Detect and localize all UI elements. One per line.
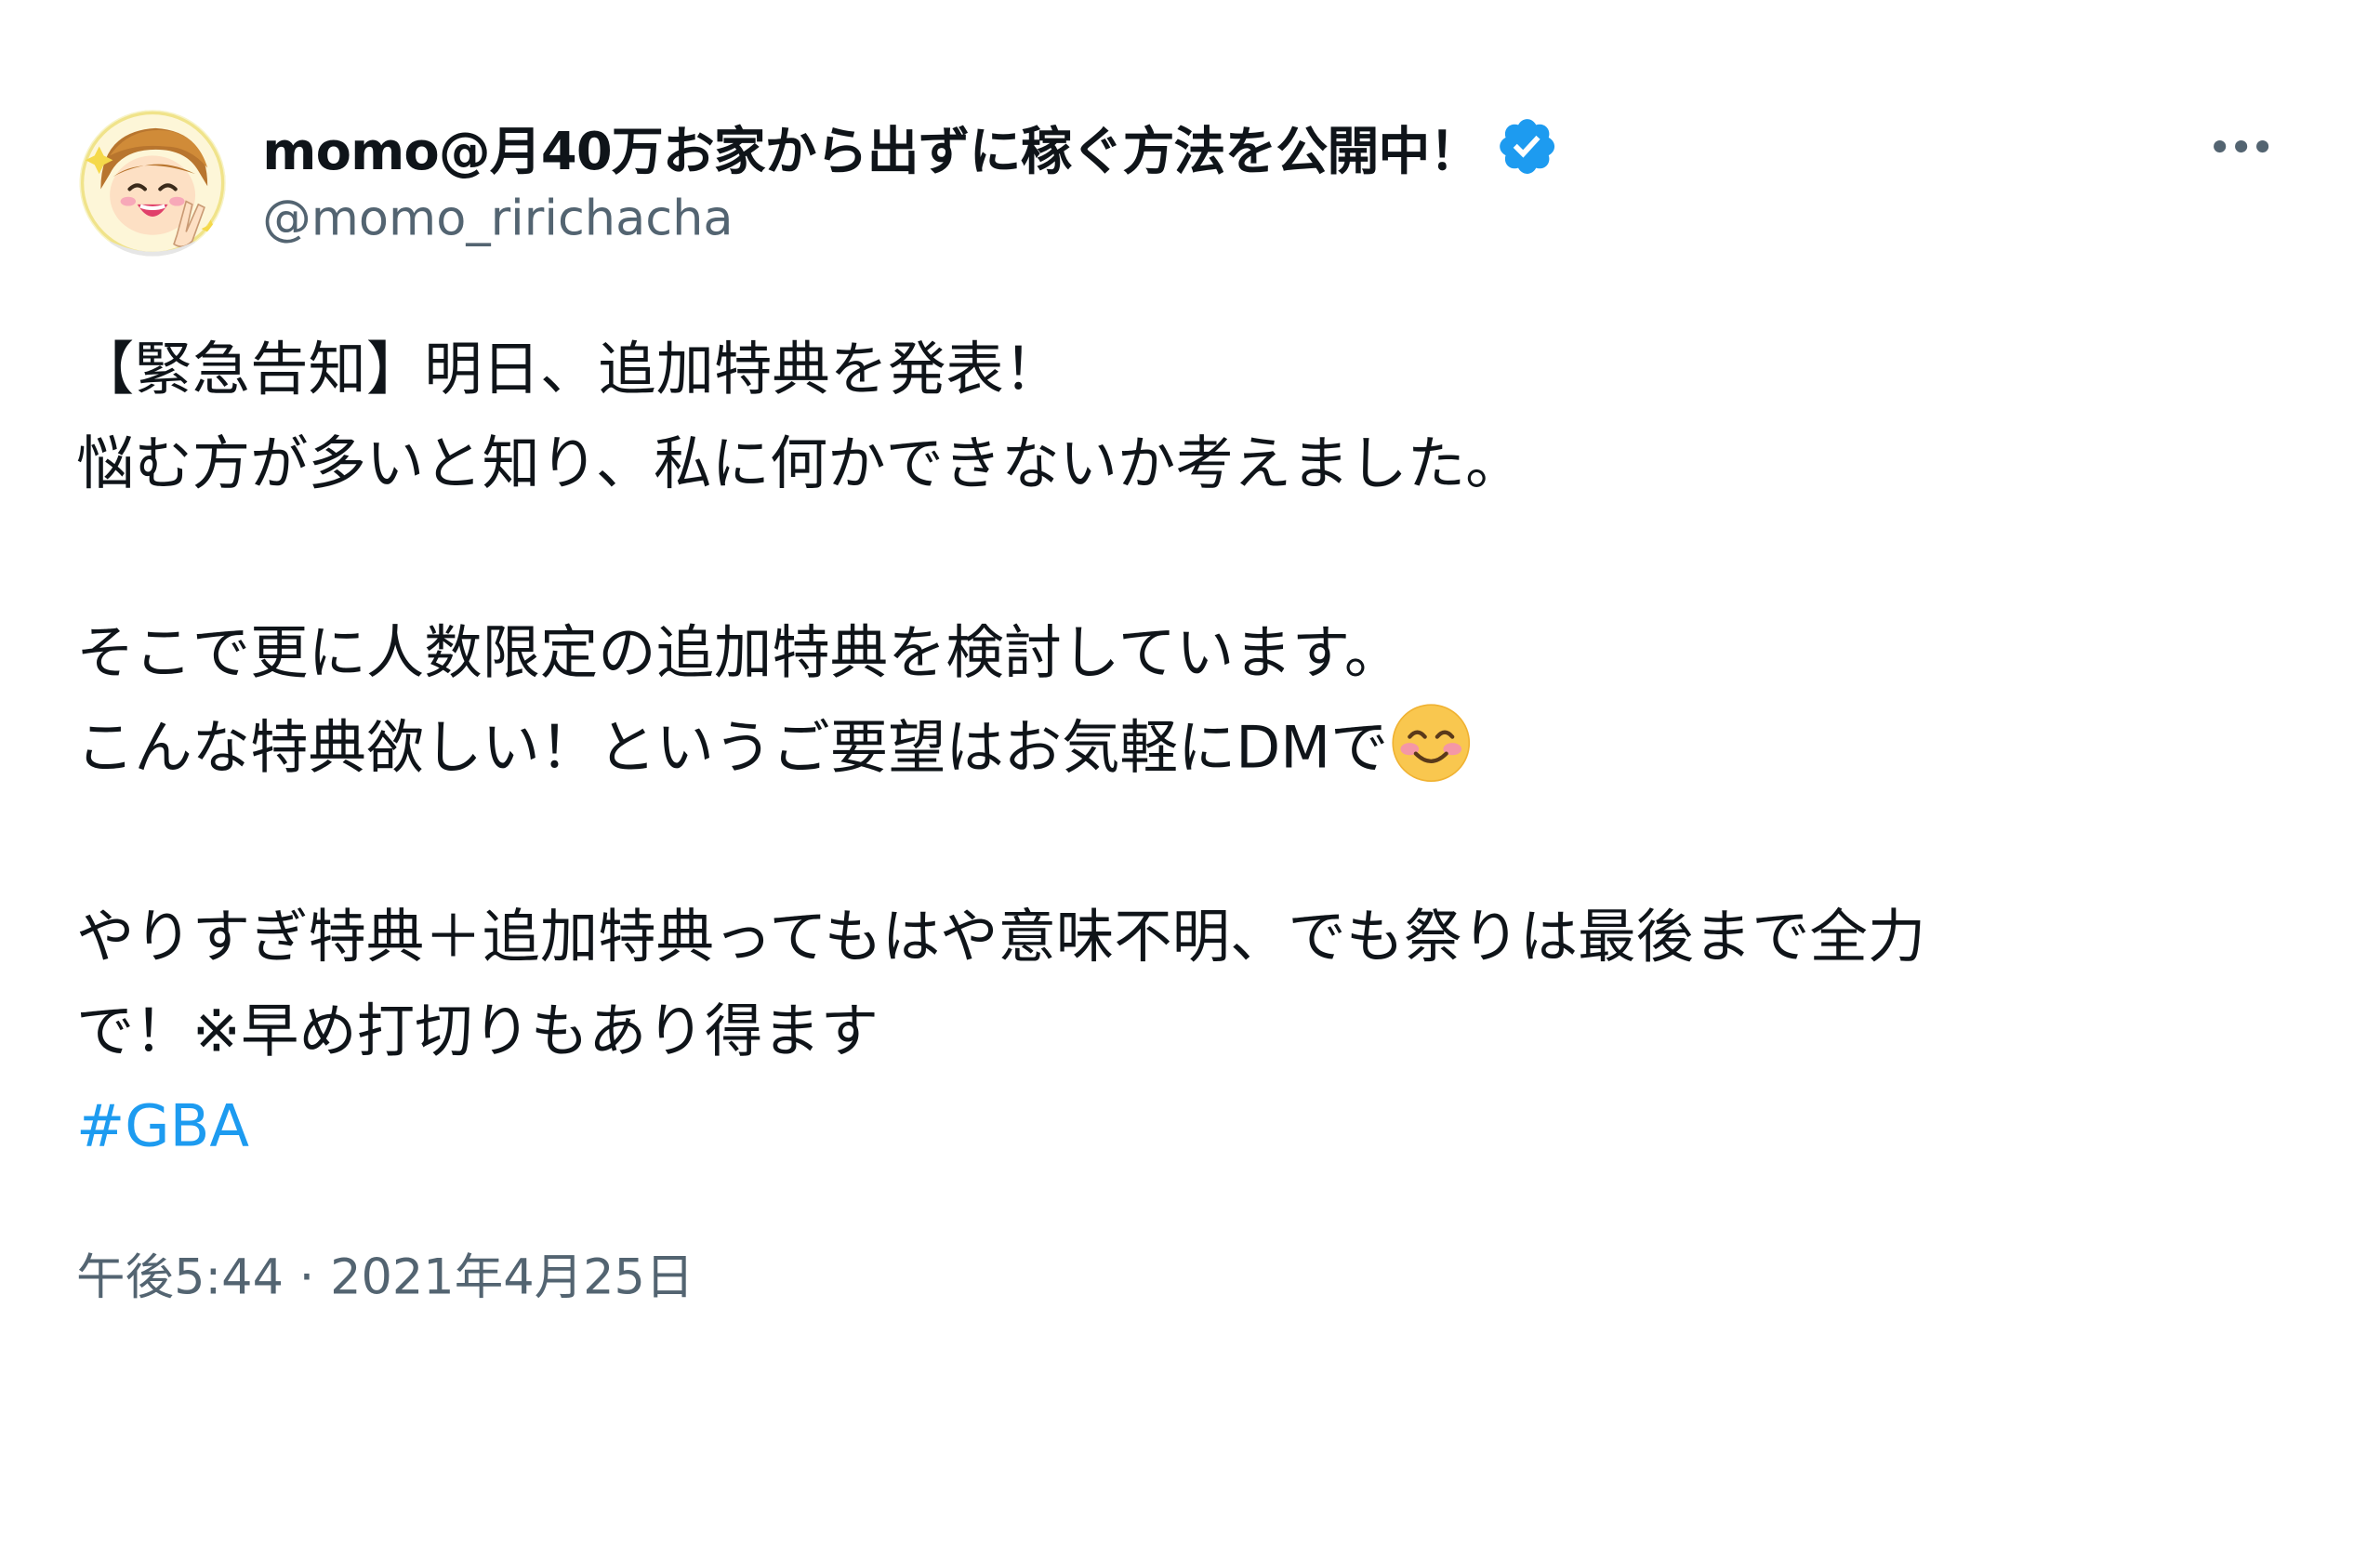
hashtag-line: #GBA [76, 1078, 2242, 1173]
tweet-line: やりすぎ特典＋追加特典ってもはや意味不明、でも祭りは最後まで全力 [76, 903, 1926, 971]
tweet-line: 悩む方が多いと知り、私に何かできないか考えました。 [76, 429, 1524, 497]
smiling-face-emoji-icon [1392, 704, 1471, 783]
tweet-card: momo@月40万お家から出ずに稼ぐ方法を公開中！ @momo_ririchac… [0, 0, 2380, 1545]
more-options-button[interactable] [2197, 116, 2285, 178]
tweet-line: そこで更に人数限定の追加特典を検討しています。 [76, 619, 1403, 687]
tweet-line-with-emoji: こんな特典欲しい！というご要望はお気軽にDMで [76, 700, 2242, 795]
tweet-line: 【緊急告知】明日、追加特典を発表！ [76, 336, 1063, 403]
author-name-row: momo@月40万お家から出ずに稼ぐ方法を公開中！ [262, 110, 1559, 183]
tweet-line-text: こんな特典欲しい！というご要望はお気軽にDMで [76, 713, 1389, 782]
tweet-text: 【緊急告知】明日、追加特典を発表！ 悩む方が多いと知り、私に何かできないか考えま… [76, 322, 2242, 1173]
tweet-line: で！※早め打切りもあり得ます [76, 998, 879, 1065]
verified-badge-icon [1496, 114, 1560, 178]
cartoon-avatar-icon [79, 110, 226, 257]
display-name[interactable]: momo@月40万お家から出ずに稼ぐ方法を公開中！ [262, 109, 1481, 183]
hashtag-link[interactable]: #GBA [76, 1092, 249, 1159]
tweet-timestamp[interactable]: 午後5:44 · 2021年4月25日 [76, 1238, 694, 1308]
more-dots-icon [2214, 139, 2269, 153]
author-handle[interactable]: @momo_ririchacha [262, 189, 733, 246]
avatar[interactable] [79, 110, 226, 257]
